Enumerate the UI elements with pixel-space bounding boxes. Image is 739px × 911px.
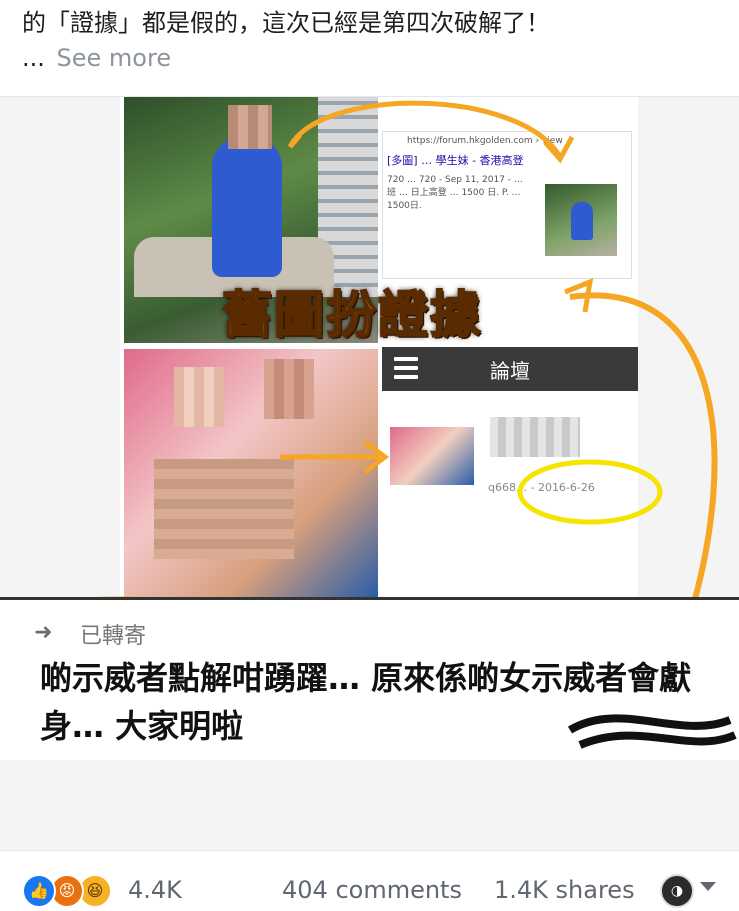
ellipsis: ... <box>22 44 45 72</box>
overlay-caption: 舊圖扮證據 <box>221 285 482 345</box>
viewer-avatar[interactable]: ◑ <box>660 874 694 908</box>
like-icon[interactable]: 👍 <box>22 874 56 908</box>
post-image[interactable]: https://forum.hkgolden.com › view [多圖] …… <box>0 97 739 850</box>
forward-icon: ➜ <box>34 620 53 645</box>
chevron-down-icon[interactable] <box>700 882 716 891</box>
shared-label: 已轉寄 <box>80 624 147 649</box>
reaction-count[interactable]: 4.4K <box>128 876 182 904</box>
divider <box>0 850 739 851</box>
comments-count[interactable]: 404 comments <box>282 876 462 904</box>
shared-post: ➜ 已轉寄 啲示威者點解咁踴躍… 原來係啲女示威者會獻身… 大家明啦 <box>0 597 739 760</box>
post-footer: 👍 😡 😆 4.4K 404 comments 1.4K shares ◑ <box>0 852 739 911</box>
shares-count[interactable]: 1.4K shares <box>494 876 635 904</box>
post-text: 的「證據」都是假的，這次已經是第四次破解了！ <box>22 9 550 37</box>
see-more-link[interactable]: See more <box>57 44 172 72</box>
redaction-scribble <box>567 714 737 749</box>
see-more-row: ... See more <box>22 44 171 72</box>
